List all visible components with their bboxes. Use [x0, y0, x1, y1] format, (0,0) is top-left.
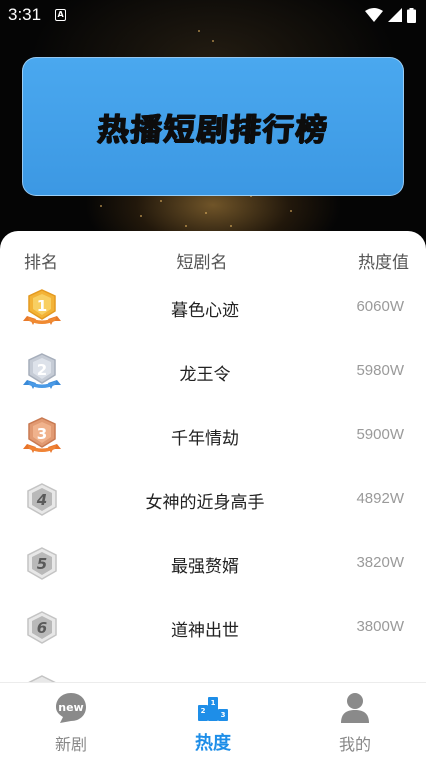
nav-heat[interactable]: 1 2 3 热度 — [142, 683, 284, 759]
status-bar: 3:31 A — [0, 0, 426, 30]
table-row[interactable]: 1 暮色心迹 6060W — [0, 276, 426, 340]
heat-value: 5900W — [356, 426, 404, 443]
banner-title: 热播短剧排行榜 — [95, 112, 330, 148]
header-heat: 热度值 — [358, 253, 409, 273]
nav-mine[interactable]: 我的 — [284, 683, 426, 759]
table-row[interactable]: 4 女神的近身高手 4892W — [0, 468, 426, 532]
heat-value: 3820W — [356, 554, 404, 571]
header-name: 短剧名 — [176, 253, 228, 273]
svg-text:new: new — [58, 701, 83, 714]
podium-icon: 1 2 3 — [198, 697, 228, 721]
drama-title: 道神出世 — [171, 621, 239, 641]
svg-text:2: 2 — [201, 707, 206, 715]
svg-text:1: 1 — [211, 699, 216, 707]
nav-new-dramas[interactable]: new 新剧 — [0, 683, 142, 759]
user-icon — [341, 693, 369, 723]
drama-title: 龙王令 — [179, 365, 231, 385]
drama-title: 千年情劫 — [171, 429, 239, 449]
battery-icon — [407, 7, 416, 23]
heat-value: 5980W — [356, 362, 404, 379]
table-row[interactable]: 2 龙王令 5980W — [0, 340, 426, 404]
wifi-icon — [365, 8, 383, 22]
signal-icon — [388, 8, 402, 22]
ranking-card: 排名 短剧名 热度值 1 暮色心迹 6060W 2 龙王令 5980W 3 千年… — [0, 231, 426, 759]
nav-label: 我的 — [338, 735, 371, 754]
table-row[interactable]: 3 千年情劫 5900W — [0, 404, 426, 468]
svg-text:3: 3 — [221, 711, 226, 719]
heat-value: 6060W — [356, 298, 404, 315]
drama-title: 最强赘婿 — [171, 557, 239, 577]
status-time: 3:31 — [8, 5, 42, 24]
ranking-list: 1 暮色心迹 6060W 2 龙王令 5980W 3 千年情劫 5900W 4 … — [0, 276, 426, 690]
bottom-nav: new 新剧 1 2 3 热度 我的 — [0, 682, 426, 759]
nav-label: 新剧 — [54, 735, 87, 754]
table-row[interactable]: 5 最强赘婿 3820W — [0, 532, 426, 596]
nav-label: 热度 — [195, 733, 231, 754]
heat-value: 3800W — [356, 618, 404, 635]
drama-title: 暮色心迹 — [171, 301, 239, 321]
ranking-banner: 热播短剧排行榜 — [22, 57, 404, 196]
drama-title: 女神的近身高手 — [145, 493, 265, 513]
table-header: 排名 短剧名 热度值 — [0, 248, 426, 273]
table-row[interactable]: 6 道神出世 3800W — [0, 596, 426, 660]
new-icon: new — [56, 693, 86, 723]
heat-value: 4892W — [356, 490, 404, 507]
a-icon: A — [55, 9, 67, 21]
